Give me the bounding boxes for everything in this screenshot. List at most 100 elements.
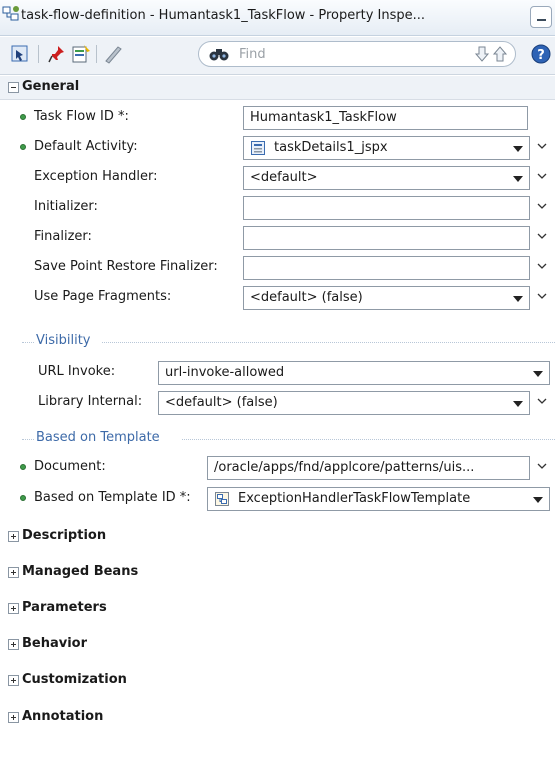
exception-handler-label: Exception Handler: (34, 169, 158, 184)
section-behavior-header[interactable]: Behavior (0, 633, 555, 657)
exception-handler-select[interactable]: <default> (243, 166, 530, 190)
find-next-icon[interactable] (473, 45, 491, 63)
expand-icon[interactable] (8, 675, 19, 686)
based-on-template-subsection-header: Based on Template (22, 430, 555, 448)
divider (22, 439, 34, 440)
chevron-down-icon[interactable] (536, 291, 548, 301)
section-customization-header[interactable]: Customization (0, 669, 555, 693)
document-row: Document: /oracle/apps/fnd/applcore/patt… (0, 453, 555, 481)
document-label: Document: (34, 459, 106, 474)
dropdown-arrow-icon (533, 371, 543, 377)
use-page-fragments-row: Use Page Fragments: <default> (false) (0, 283, 555, 311)
expand-icon[interactable] (8, 639, 19, 650)
url-invoke-value: url-invoke-allowed (165, 365, 285, 380)
visibility-title: Visibility (36, 333, 91, 348)
section-description-label: Description (22, 528, 107, 543)
library-internal-row: Library Internal: <default> (false) (0, 388, 555, 416)
chevron-down-icon[interactable] (536, 396, 548, 406)
toolbar-separator (38, 45, 39, 63)
initializer-field[interactable] (243, 196, 530, 220)
dropdown-arrow-icon (513, 146, 523, 152)
save-point-restore-finalizer-row: Save Point Restore Finalizer: (0, 253, 555, 281)
chevron-down-icon[interactable] (536, 141, 548, 151)
find-previous-icon[interactable] (491, 45, 509, 63)
use-page-fragments-select[interactable]: <default> (false) (243, 286, 530, 310)
use-page-fragments-label: Use Page Fragments: (34, 289, 172, 304)
chevron-down-icon[interactable] (536, 461, 548, 471)
dropdown-arrow-icon (513, 296, 523, 302)
library-internal-value: <default> (false) (165, 395, 278, 410)
required-indicator-icon (20, 114, 26, 120)
divider (102, 342, 555, 343)
dropdown-arrow-icon (513, 176, 523, 182)
initializer-row: Initializer: (0, 193, 555, 221)
pencil-icon[interactable] (102, 43, 124, 65)
find-search-box[interactable] (198, 41, 516, 67)
default-activity-label: Default Activity: (34, 139, 138, 154)
section-general-label: General (22, 79, 80, 94)
section-annotation-header[interactable]: Annotation (0, 706, 555, 730)
dropdown-arrow-icon (533, 497, 543, 503)
section-description-header[interactable]: Description (0, 525, 555, 549)
template-icon (215, 492, 229, 506)
toolbar-separator (96, 45, 97, 63)
svg-text:?: ? (537, 48, 545, 63)
library-internal-select[interactable]: <default> (false) (158, 391, 530, 415)
document-field[interactable]: /oracle/apps/fnd/applcore/patterns/uis..… (207, 456, 530, 480)
title-bar: task-flow-definition - Humantask1_TaskFl… (0, 0, 555, 36)
window-title: task-flow-definition - Humantask1_TaskFl… (21, 8, 426, 23)
section-managed-beans-header[interactable]: Managed Beans (0, 561, 555, 585)
toolbar: ? (0, 37, 555, 75)
minimize-button[interactable] (530, 6, 552, 28)
select-source-icon[interactable] (10, 43, 32, 65)
based-on-template-id-row: Based on Template ID *: ExceptionHandler… (0, 484, 555, 512)
help-icon[interactable]: ? (531, 44, 551, 64)
divider (22, 342, 34, 343)
save-point-restore-finalizer-label: Save Point Restore Finalizer: (34, 259, 218, 274)
default-activity-value: taskDetails1_jspx (274, 140, 388, 155)
use-page-fragments-value: <default> (false) (250, 290, 363, 305)
edit-properties-icon[interactable] (70, 43, 92, 65)
based-on-template-id-label: Based on Template ID *: (34, 490, 191, 505)
section-annotation-label: Annotation (22, 709, 104, 724)
url-invoke-row: URL Invoke: url-invoke-allowed (0, 358, 555, 386)
chevron-down-icon[interactable] (536, 171, 548, 181)
default-activity-select[interactable]: taskDetails1_jspx (243, 136, 530, 160)
section-behavior-label: Behavior (22, 636, 88, 651)
finalizer-field[interactable] (243, 226, 530, 250)
finalizer-row: Finalizer: (0, 223, 555, 251)
based-on-template-id-value: ExceptionHandlerTaskFlowTemplate (238, 491, 471, 506)
visibility-subsection-header: Visibility (22, 333, 555, 351)
find-input[interactable] (237, 45, 427, 63)
page-icon (251, 141, 265, 155)
section-parameters-header[interactable]: Parameters (0, 597, 555, 621)
url-invoke-label: URL Invoke: (38, 364, 116, 379)
save-point-restore-finalizer-field[interactable] (243, 256, 530, 280)
required-indicator-icon (20, 144, 26, 150)
expand-icon[interactable] (8, 603, 19, 614)
required-indicator-icon (20, 464, 26, 470)
expand-icon[interactable] (8, 567, 19, 578)
task-flow-id-value: Humantask1_TaskFlow (250, 110, 397, 125)
exception-handler-value: <default> (250, 170, 318, 185)
section-general-header[interactable]: General (0, 76, 555, 100)
document-value: /oracle/apps/fnd/applcore/patterns/uis..… (214, 460, 475, 475)
chevron-down-icon[interactable] (536, 261, 548, 271)
task-flow-id-label: Task Flow ID *: (34, 109, 129, 124)
finalizer-label: Finalizer: (34, 229, 92, 244)
required-indicator-icon (20, 495, 26, 501)
collapse-icon[interactable] (8, 82, 19, 93)
pin-icon[interactable] (46, 43, 68, 65)
dropdown-arrow-icon (513, 401, 523, 407)
section-managed-beans-label: Managed Beans (22, 564, 139, 579)
chevron-down-icon[interactable] (536, 231, 548, 241)
based-on-template-id-select[interactable]: ExceptionHandlerTaskFlowTemplate (207, 487, 550, 511)
default-activity-row: Default Activity: taskDetails1_jspx (0, 133, 555, 161)
chevron-down-icon[interactable] (536, 201, 548, 211)
expand-icon[interactable] (8, 531, 19, 542)
url-invoke-select[interactable]: url-invoke-allowed (158, 361, 550, 385)
based-on-template-title: Based on Template (36, 430, 160, 445)
binoculars-icon (209, 49, 229, 61)
expand-icon[interactable] (8, 712, 19, 723)
task-flow-id-field[interactable]: Humantask1_TaskFlow (243, 106, 528, 130)
